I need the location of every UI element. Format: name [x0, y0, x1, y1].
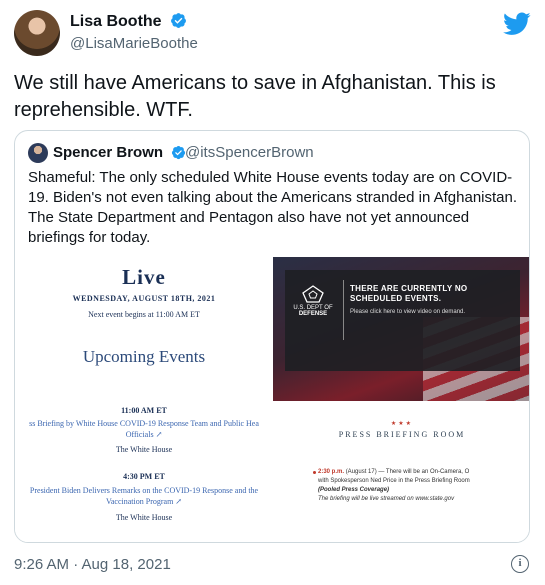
defense-label-2: DEFENSE — [298, 311, 328, 317]
event-title-cont: Officials ↗ — [125, 430, 163, 439]
author-name[interactable]: Lisa Boothe — [70, 12, 187, 31]
quoted-author-name[interactable]: Spencer Brown — [53, 144, 186, 161]
briefing-line-2: with Spokesperson Ned Price in the Press… — [318, 478, 470, 484]
pentagon-logo: U.S. DEPT OF DEFENSE — [293, 285, 333, 327]
event-time: 4:30 PM ET — [123, 472, 165, 481]
divider — [343, 280, 344, 340]
live-heading: Live — [122, 265, 166, 289]
info-icon[interactable]: i — [511, 555, 529, 573]
author-avatar[interactable] — [14, 10, 60, 56]
quoted-tweet-text: Shameful: The only scheduled White House… — [28, 169, 518, 246]
briefing-line-1: (August 17) — There will be an On-Camera… — [345, 469, 470, 475]
verified-badge-icon — [172, 145, 186, 160]
live-date: WEDNESDAY, AUGUST 18TH, 2021 — [72, 294, 216, 303]
briefing-time: 2:30 p.m. — [318, 469, 345, 475]
tweet-text: We still have Americans to save in Afgha… — [14, 72, 496, 121]
press-briefing-room-heading: PRESS BRIEFING ROOM — [338, 430, 466, 439]
stars-decoration: ★★★ — [390, 421, 414, 427]
event-title: ss Briefing by White House COVID-19 Resp… — [29, 419, 259, 428]
event-host: The White House — [115, 445, 173, 454]
next-event-text: Next event begins at 11:00 AM ET — [88, 310, 200, 319]
white-house-live-image[interactable]: Live WEDNESDAY, AUGUST 18TH, 2021 Next e… — [15, 257, 273, 542]
no-events-text: THERE ARE CURRENTLY NO SCHEDULED EVENTS. — [350, 284, 468, 303]
upcoming-events-heading: Upcoming Events — [82, 347, 206, 366]
twitter-bird-icon[interactable] — [503, 12, 531, 36]
defense-video-banner: U.S. DEPT OF DEFENSE THERE ARE CURRENTLY… — [273, 257, 529, 401]
video-on-demand-link[interactable]: Please click here to view video on deman… — [350, 308, 515, 316]
bullet — [313, 471, 316, 474]
verified-badge-icon — [171, 13, 186, 28]
no-events-box: U.S. DEPT OF DEFENSE THERE ARE CURRENTLY… — [285, 270, 520, 371]
event-host: The White House — [115, 513, 173, 522]
defense-state-image[interactable]: U.S. DEPT OF DEFENSE THERE ARE CURRENTLY… — [273, 257, 529, 542]
author-name-text[interactable]: Lisa Boothe — [70, 13, 162, 30]
event-title-cont: Vaccination Program ↗ — [105, 497, 182, 506]
quoted-author-avatar[interactable] — [28, 143, 48, 163]
briefing-list: 2:30 p.m. (August 17) — There will be an… — [318, 468, 528, 504]
event-time: 11:00 AM ET — [121, 406, 167, 415]
tweet-timestamp[interactable]: 9:26 AM · Aug 18, 2021 — [14, 556, 171, 573]
quoted-author-handle[interactable]: @itsSpencerBrown — [185, 144, 314, 161]
quoted-tweet[interactable]: Spencer Brown @itsSpencerBrown Shameful:… — [14, 130, 530, 543]
author-handle[interactable]: @LisaMarieBoothe — [70, 35, 198, 52]
quoted-media[interactable]: Live WEDNESDAY, AUGUST 18TH, 2021 Next e… — [15, 257, 529, 542]
event-title: President Biden Delivers Remarks on the … — [29, 486, 259, 495]
quoted-author-name-text[interactable]: Spencer Brown — [53, 144, 163, 161]
briefing-line-3: (Pooled Press Coverage) — [318, 487, 390, 493]
pentagon-icon — [302, 285, 324, 303]
briefing-line-4: The briefing will be live streamed on ww… — [318, 496, 455, 502]
